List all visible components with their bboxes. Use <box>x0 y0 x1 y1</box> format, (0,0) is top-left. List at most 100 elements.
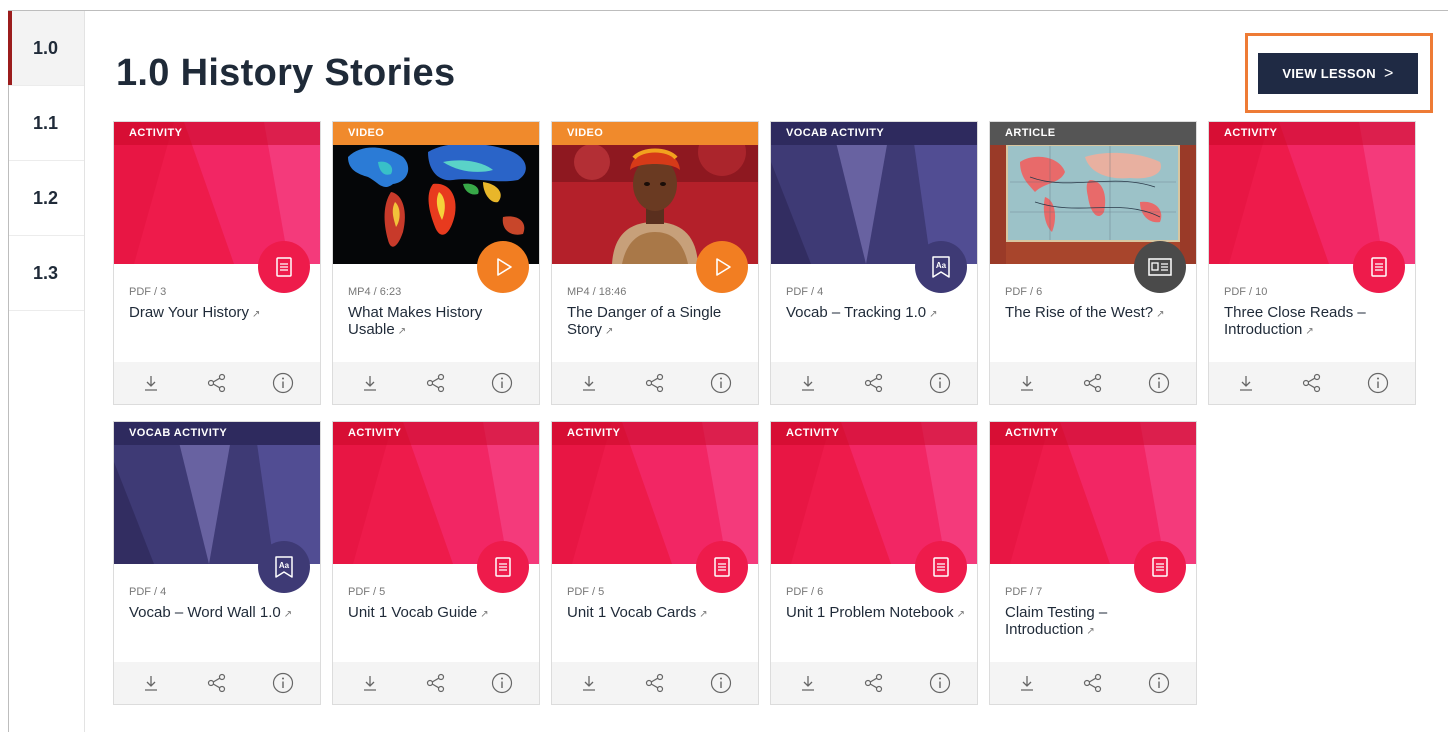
card-badge[interactable] <box>915 541 967 593</box>
external-link-icon: ↗ <box>1305 326 1314 337</box>
resource-card[interactable]: ARTICLE PDF / 6 The Rise of the West? ↗ <box>989 121 1197 405</box>
share-button[interactable] <box>203 669 231 697</box>
card-badge[interactable] <box>1134 541 1186 593</box>
share-button[interactable] <box>1079 669 1107 697</box>
info-button[interactable] <box>269 369 297 397</box>
external-link-icon: ↗ <box>956 609 965 620</box>
download-button[interactable] <box>137 669 165 697</box>
info-icon <box>272 372 294 394</box>
download-icon <box>361 374 379 392</box>
resource-card[interactable]: ACTIVITY PDF / 5 Unit 1 Vocab Cards ↗ <box>551 421 759 705</box>
share-button[interactable] <box>860 669 888 697</box>
card-title-link[interactable]: Unit 1 Vocab Cards ↗ <box>567 604 747 623</box>
card-title: Unit 1 Vocab Cards <box>567 604 697 621</box>
share-button[interactable] <box>641 669 669 697</box>
info-button[interactable] <box>269 669 297 697</box>
svg-text:Aa: Aa <box>279 561 290 570</box>
card-title: Unit 1 Vocab Guide <box>348 604 478 621</box>
download-button[interactable] <box>137 369 165 397</box>
share-icon <box>426 673 446 693</box>
card-meta: PDF / 4 <box>129 586 167 598</box>
resource-card[interactable]: ACTIVITY PDF / 10 Three Close Reads – In… <box>1208 121 1416 405</box>
resource-card[interactable]: VIDEO MP4 / 18:46 The Danger of a Single… <box>551 121 759 405</box>
document-icon <box>1370 256 1388 278</box>
info-button[interactable] <box>926 669 954 697</box>
card-badge[interactable]: Aa <box>258 541 310 593</box>
card-title-link[interactable]: Draw Your History ↗ <box>129 304 309 323</box>
sidebar-item-1-2[interactable]: 1.2 <box>9 161 84 236</box>
card-type-tag: VOCAB ACTIVITY <box>771 122 977 145</box>
share-button[interactable] <box>860 369 888 397</box>
download-button[interactable] <box>356 669 384 697</box>
sidebar-item-1-0[interactable]: 1.0 <box>8 11 84 86</box>
download-button[interactable] <box>575 669 603 697</box>
resource-card[interactable]: VOCAB ACTIVITY Aa PDF / 4 Vocab – Word W… <box>113 421 321 705</box>
share-icon <box>864 373 884 393</box>
download-button[interactable] <box>794 669 822 697</box>
card-actions <box>990 362 1196 404</box>
download-icon <box>1237 374 1255 392</box>
info-button[interactable] <box>707 669 735 697</box>
svg-text:Aa: Aa <box>936 261 947 270</box>
info-button[interactable] <box>488 669 516 697</box>
share-button[interactable] <box>1079 369 1107 397</box>
view-lesson-label: VIEW LESSON <box>1282 66 1376 81</box>
share-button[interactable] <box>422 669 450 697</box>
download-button[interactable] <box>1013 369 1041 397</box>
card-badge[interactable] <box>696 241 748 293</box>
sidebar-item-1-3[interactable]: 1.3 <box>9 236 84 311</box>
resource-card[interactable]: ACTIVITY PDF / 7 Claim Testing – Introdu… <box>989 421 1197 705</box>
share-button[interactable] <box>203 369 231 397</box>
card-title-link[interactable]: The Danger of a Single Story ↗ <box>567 304 747 340</box>
card-title: Unit 1 Problem Notebook <box>786 604 954 621</box>
resource-card[interactable]: VIDEO MP4 / 6:23 What Makes History Usab… <box>332 121 540 405</box>
download-button[interactable] <box>1013 669 1041 697</box>
card-badge[interactable] <box>1353 241 1405 293</box>
vocab-bookmark-icon: Aa <box>273 555 295 579</box>
card-actions <box>1209 362 1415 404</box>
download-button[interactable] <box>794 369 822 397</box>
card-title-link[interactable]: The Rise of the West? ↗ <box>1005 304 1185 323</box>
card-title-link[interactable]: Unit 1 Vocab Guide ↗ <box>348 604 528 623</box>
share-icon <box>645 373 665 393</box>
card-title-link[interactable]: Vocab – Word Wall 1.0 ↗ <box>129 604 309 623</box>
info-button[interactable] <box>1145 669 1173 697</box>
download-icon <box>580 374 598 392</box>
card-badge[interactable] <box>696 541 748 593</box>
card-title-link[interactable]: Three Close Reads – Introduction ↗ <box>1224 304 1404 340</box>
card-badge[interactable] <box>1134 241 1186 293</box>
card-badge[interactable]: Aa <box>915 241 967 293</box>
share-button[interactable] <box>1298 369 1326 397</box>
info-button[interactable] <box>707 369 735 397</box>
download-button[interactable] <box>1232 369 1260 397</box>
card-type-tag: ACTIVITY <box>114 122 320 145</box>
resource-card[interactable]: VOCAB ACTIVITY Aa PDF / 4 Vocab – Tracki… <box>770 121 978 405</box>
resource-card[interactable]: ACTIVITY PDF / 6 Unit 1 Problem Notebook… <box>770 421 978 705</box>
card-title-link[interactable]: Claim Testing – Introduction ↗ <box>1005 604 1185 640</box>
card-badge[interactable] <box>258 241 310 293</box>
share-button[interactable] <box>641 369 669 397</box>
card-title-link[interactable]: What Makes History Usable ↗ <box>348 304 528 340</box>
share-button[interactable] <box>422 369 450 397</box>
info-button[interactable] <box>926 369 954 397</box>
card-meta: PDF / 6 <box>1005 286 1043 298</box>
card-actions <box>771 362 977 404</box>
card-title-link[interactable]: Unit 1 Problem Notebook ↗ <box>786 604 966 623</box>
sidebar-item-1-1[interactable]: 1.1 <box>9 86 84 161</box>
download-icon <box>142 374 160 392</box>
resource-card[interactable]: ACTIVITY PDF / 3 Draw Your History ↗ <box>113 121 321 405</box>
info-button[interactable] <box>488 369 516 397</box>
info-button[interactable] <box>1364 369 1392 397</box>
info-button[interactable] <box>1145 369 1173 397</box>
card-title: The Danger of a Single Story <box>567 304 722 338</box>
external-link-icon: ↗ <box>1156 309 1165 320</box>
vocab-bookmark-icon: Aa <box>930 255 952 279</box>
view-lesson-button[interactable]: VIEW LESSON > <box>1258 53 1418 94</box>
card-meta: PDF / 3 <box>129 286 167 298</box>
resource-card[interactable]: ACTIVITY PDF / 5 Unit 1 Vocab Guide ↗ <box>332 421 540 705</box>
card-title-link[interactable]: Vocab – Tracking 1.0 ↗ <box>786 304 966 323</box>
download-button[interactable] <box>575 369 603 397</box>
card-badge[interactable] <box>477 541 529 593</box>
download-button[interactable] <box>356 369 384 397</box>
card-badge[interactable] <box>477 241 529 293</box>
